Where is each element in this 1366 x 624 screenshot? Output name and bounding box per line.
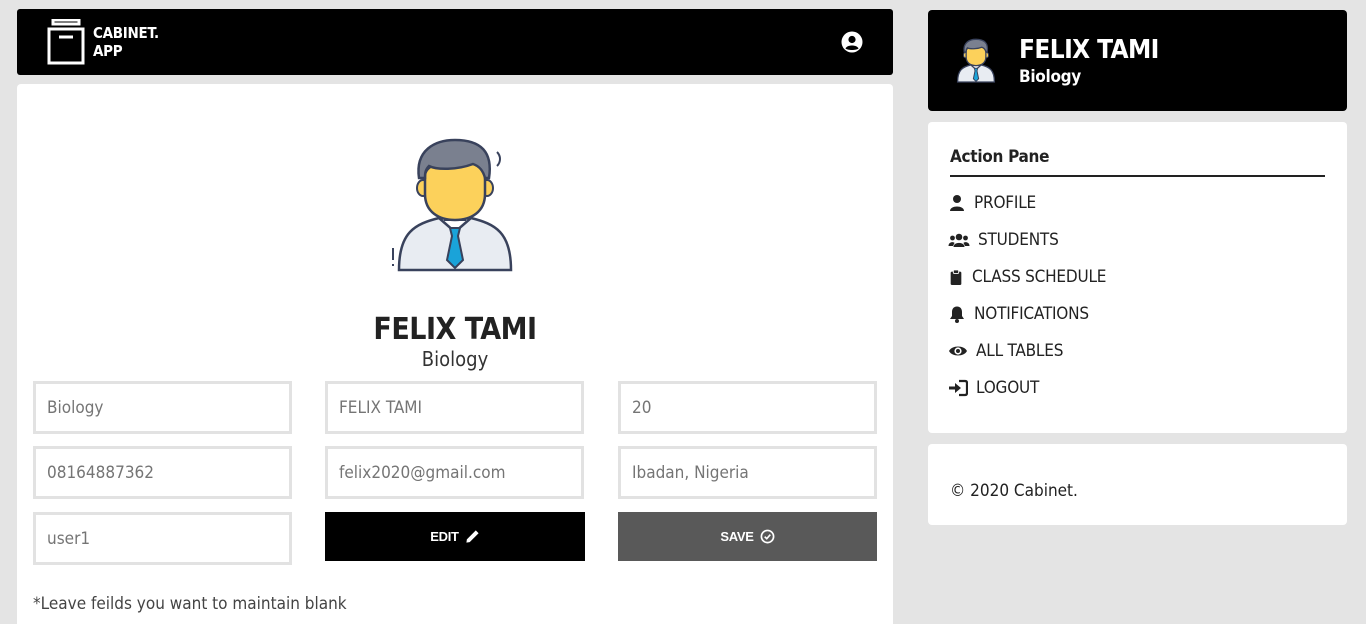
profile-summary-card: FELIX TAMI Biology — [928, 10, 1347, 111]
username-field[interactable] — [33, 512, 292, 565]
eye-icon — [949, 346, 967, 356]
profile-avatar-icon — [392, 138, 513, 272]
email-field[interactable] — [325, 446, 584, 499]
location-field[interactable] — [618, 446, 877, 499]
sidebar-item-label: CLASS SCHEDULE — [972, 267, 1107, 287]
top-bar: CABINET. APP — [17, 9, 893, 75]
sidebar-item-logout[interactable]: LOGOUT — [948, 376, 1039, 400]
profile-editor-card: FELIX TAMI Biology EDIT SAVE *Leave feil… — [17, 84, 893, 624]
save-button[interactable]: SAVE — [618, 512, 877, 561]
user-circle-icon[interactable] — [841, 31, 863, 53]
profile-subject: Biology — [421, 347, 489, 371]
logo-line-2: APP — [93, 42, 123, 60]
profile-avatar-small-icon — [956, 38, 996, 83]
sidebar-item-label: NOTIFICATIONS — [974, 304, 1089, 324]
sidebar-item-profile[interactable]: PROFILE — [948, 191, 1036, 215]
age-field[interactable] — [618, 381, 877, 434]
bell-icon — [950, 306, 964, 323]
subject-field[interactable] — [33, 381, 292, 434]
pencil-icon — [466, 530, 479, 543]
cabinet-logo-icon — [47, 19, 85, 65]
edit-button-label: EDIT — [430, 529, 459, 544]
user-icon — [950, 195, 964, 211]
sidebar-profile-name: FELIX TAMI — [1019, 35, 1159, 65]
form-note: *Leave feilds you want to maintain blank — [33, 594, 347, 614]
sidebar-item-notifications[interactable]: NOTIFICATIONS — [948, 302, 1089, 326]
app-logo-text[interactable]: CABINET. APP — [93, 24, 159, 60]
sidebar-item-label: PROFILE — [974, 193, 1036, 213]
sidebar-item-label: ALL TABLES — [976, 341, 1064, 361]
sidebar-item-students[interactable]: STUDENTS — [948, 228, 1059, 252]
sidebar-item-all-tables[interactable]: ALL TABLES — [948, 339, 1063, 363]
action-pane-title: Action Pane — [950, 147, 1325, 177]
users-icon — [948, 233, 970, 247]
sidebar-item-label: LOGOUT — [976, 378, 1040, 398]
sign-in-icon — [949, 379, 968, 397]
name-field[interactable] — [325, 381, 584, 434]
footer-card: © 2020 Cabinet. — [928, 444, 1347, 525]
save-button-label: SAVE — [720, 529, 754, 544]
sidebar-profile-subject: Biology — [1019, 67, 1081, 87]
copyright-text: © 2020 Cabinet. — [950, 481, 1078, 501]
logo-line-1: CABINET. — [93, 24, 159, 42]
clipboard-icon — [950, 269, 962, 285]
edit-button[interactable]: EDIT — [325, 512, 585, 561]
profile-name: FELIX TAMI — [373, 312, 537, 347]
phone-field[interactable] — [33, 446, 292, 499]
check-circle-icon — [760, 529, 775, 544]
sidebar-item-class-schedule[interactable]: CLASS SCHEDULE — [948, 265, 1106, 289]
sidebar-item-label: STUDENTS — [978, 230, 1059, 250]
action-pane: Action Pane PROFILE STUDENTS CLASS SCHED… — [928, 122, 1347, 433]
